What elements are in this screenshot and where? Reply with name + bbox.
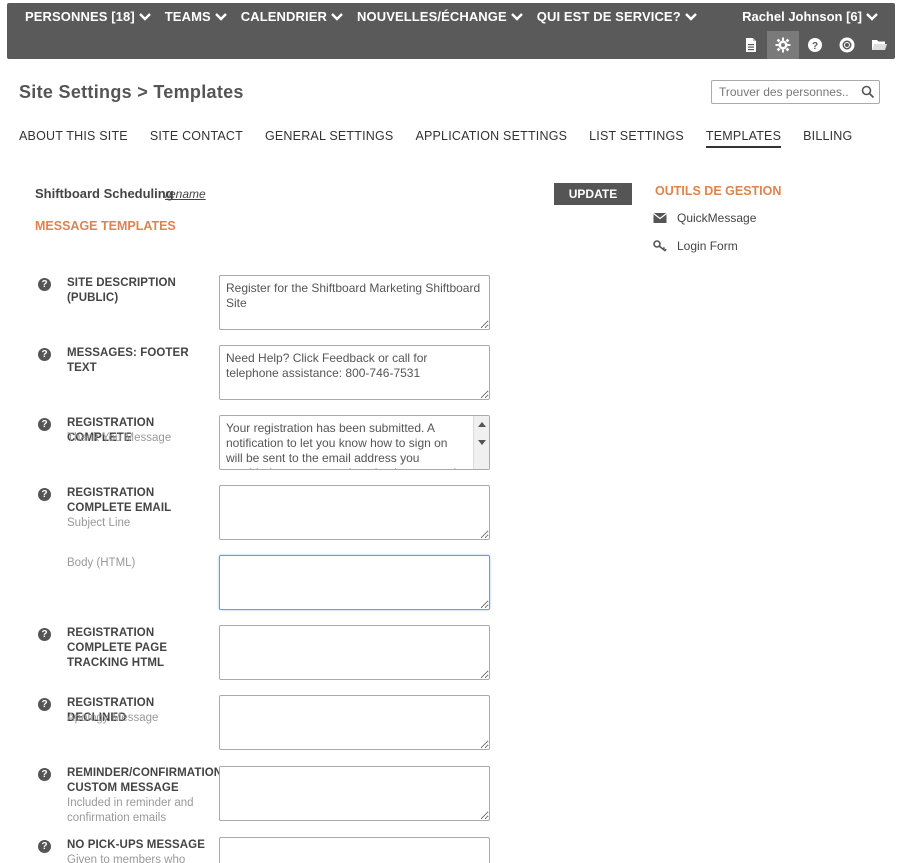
chevron-down-icon <box>138 12 151 22</box>
help-icon[interactable]: ? <box>38 698 51 711</box>
registration-declined-field[interactable] <box>219 695 490 750</box>
nav-teams[interactable]: TEAMS <box>165 9 227 24</box>
site-description-label: SITE DESCRIPTION (PUBLIC) <box>67 277 176 304</box>
chevron-down-icon <box>331 12 343 22</box>
management-tools-heading: OUTILS DE GESTION <box>655 184 782 198</box>
svg-text:?: ? <box>812 41 818 52</box>
schedule-name: Shiftboard Scheduling <box>35 186 174 201</box>
site-description-field[interactable]: Register for the Shiftboard Marketing Sh… <box>219 275 490 330</box>
login-form-link[interactable]: Login Form <box>653 239 738 253</box>
nav-personnes[interactable]: PERSONNES [18] <box>25 9 151 24</box>
tab-general-settings[interactable]: GENERAL SETTINGS <box>265 129 393 148</box>
registration-email-body-field[interactable] <box>219 555 490 610</box>
rename-link[interactable]: rename <box>165 187 206 201</box>
update-button[interactable]: UPDATE <box>554 183 632 205</box>
quickmessage-label: QuickMessage <box>677 211 757 225</box>
nav-nouvelles[interactable]: NOUVELLES/ÉCHANGE <box>357 9 523 24</box>
chevron-down-icon <box>684 12 697 22</box>
help-icon[interactable]: ? <box>38 840 51 853</box>
nav-nouvelles-label: NOUVELLES/ÉCHANGE <box>357 9 507 24</box>
registration-email-sub: Subject Line <box>67 517 131 529</box>
help-icon[interactable]: ? <box>38 278 51 291</box>
no-pickups-field[interactable] <box>219 837 490 863</box>
tab-about-this-site[interactable]: ABOUT THIS SITE <box>19 129 128 148</box>
footer-text-field[interactable]: Need Help? Click Feedback or call for te… <box>219 345 490 400</box>
reminder-label: REMINDER/CONFIRMATION CUSTOM MESSAGE <box>67 767 223 794</box>
user-name: Rachel Johnson [6] <box>742 9 862 24</box>
page-title: Site Settings > Templates <box>19 82 244 102</box>
document-icon[interactable] <box>735 31 767 59</box>
settings-tabs: ABOUT THIS SITE SITE CONTACT GENERAL SET… <box>19 129 874 148</box>
registration-email-label: REGISTRATION COMPLETE EMAIL <box>67 487 172 514</box>
registration-email-subject-field[interactable] <box>219 485 490 540</box>
help-icon[interactable]: ? <box>38 488 51 501</box>
no-pickups-label: NO PICK-UPS MESSAGE <box>67 839 206 851</box>
registration-email-body-label: Body (HTML) <box>67 557 136 569</box>
key-icon <box>653 240 667 252</box>
tab-billing[interactable]: BILLING <box>803 129 852 148</box>
tab-site-contact[interactable]: SITE CONTACT <box>150 129 243 148</box>
reminder-field[interactable] <box>219 766 490 821</box>
chevron-down-icon <box>510 12 523 22</box>
envelope-icon <box>653 213 667 223</box>
user-menu[interactable]: Rachel Johnson [6] <box>742 9 878 24</box>
help-icon[interactable]: ? <box>38 418 51 431</box>
help-icon[interactable]: ? <box>38 768 51 781</box>
textarea-scrollbar[interactable] <box>473 416 489 469</box>
no-pickups-sub: Given to members who <box>67 854 186 863</box>
registration-complete-field[interactable]: Your registration has been submitted. A … <box>219 415 490 470</box>
scroll-up-arrow-icon[interactable] <box>478 422 486 427</box>
page-tracking-field[interactable] <box>219 625 490 680</box>
nav-qui-est-de-service[interactable]: QUI EST DE SERVICE? <box>537 9 697 24</box>
main-nav: PERSONNES [18] TEAMS CALENDRIER NOUVELLE… <box>25 9 697 24</box>
page-tracking-label: REGISTRATION COMPLETE PAGE TRACKING HTML <box>67 627 168 669</box>
registration-complete-sub: Thank You Message <box>67 432 172 444</box>
gear-icon[interactable] <box>767 31 799 59</box>
footer-text-label: MESSAGES: FOOTER TEXT <box>67 347 189 374</box>
search-icon[interactable] <box>861 85 875 99</box>
folder-icon[interactable] <box>863 31 895 59</box>
help-icon[interactable]: ? <box>799 31 831 59</box>
chevron-down-icon <box>866 12 878 22</box>
toolbar-icons: ? <box>735 31 895 59</box>
search-input[interactable] <box>712 81 857 103</box>
people-search <box>711 80 880 104</box>
nav-calendrier-label: CALENDRIER <box>240 9 327 24</box>
registration-declined-sub: Apology Message <box>67 712 159 724</box>
scroll-down-arrow-icon[interactable] <box>478 440 486 445</box>
message-templates-heading: MESSAGE TEMPLATES <box>35 219 176 233</box>
reminder-sub: Included in reminder and confirmation em… <box>67 797 194 824</box>
help-icon[interactable]: ? <box>38 348 51 361</box>
nav-calendrier[interactable]: CALENDRIER <box>241 9 343 24</box>
tab-templates[interactable]: TEMPLATES <box>705 129 782 148</box>
tab-list-settings[interactable]: LIST SETTINGS <box>589 129 684 148</box>
tab-application-settings[interactable]: APPLICATION SETTINGS <box>415 129 567 148</box>
top-navigation-bar: PERSONNES [18] TEAMS CALENDRIER NOUVELLE… <box>7 3 895 59</box>
quickmessage-link[interactable]: QuickMessage <box>653 211 756 225</box>
chevron-down-icon <box>214 12 227 22</box>
login-form-label: Login Form <box>677 239 738 253</box>
nav-qui-est-de-service-label: QUI EST DE SERVICE? <box>536 9 681 24</box>
lifebuoy-icon[interactable] <box>831 31 863 59</box>
nav-teams-label: TEAMS <box>164 9 211 24</box>
nav-personnes-label: PERSONNES [18] <box>25 9 135 24</box>
help-icon[interactable]: ? <box>38 628 51 641</box>
